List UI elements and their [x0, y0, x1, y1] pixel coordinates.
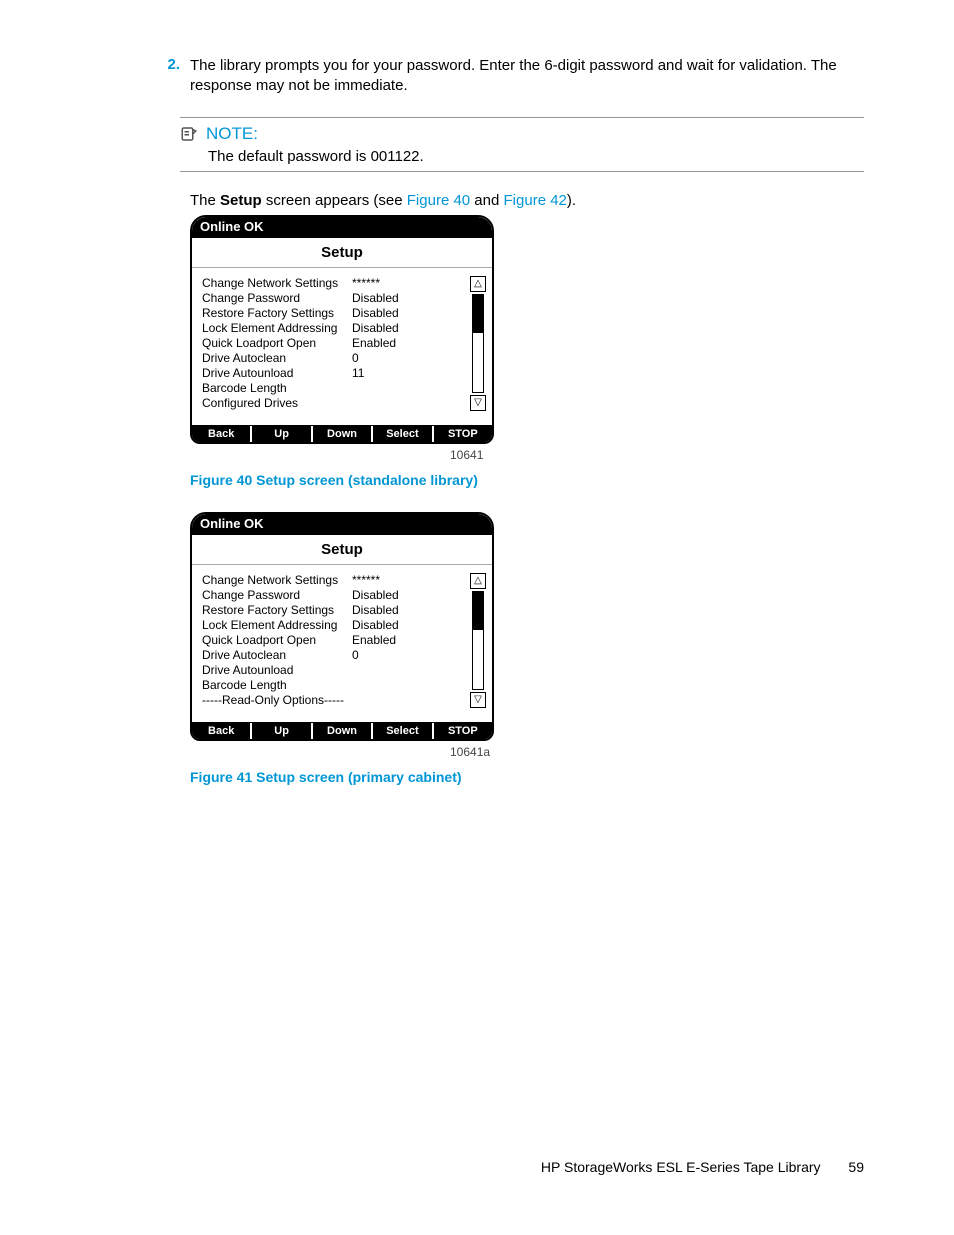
setting-label: Restore Factory Settings: [202, 603, 352, 618]
setting-label: -----Read-Only Options-----: [202, 693, 352, 708]
select-button[interactable]: Select: [373, 426, 433, 442]
setting-labels: Change Network Settings Change Password …: [202, 573, 352, 708]
select-button[interactable]: Select: [373, 723, 433, 739]
stop-button[interactable]: STOP: [434, 426, 492, 442]
setting-values: ****** Disabled Disabled Disabled Enable…: [352, 276, 432, 411]
figure-id: 10641: [450, 448, 864, 462]
setting-label: Lock Element Addressing: [202, 321, 352, 336]
step-text: The library prompts you for your passwor…: [190, 56, 864, 97]
note-label: NOTE:: [206, 124, 258, 144]
setup-sentence: The Setup screen appears (see Figure 40 …: [190, 192, 864, 209]
page-footer: HP StorageWorks ESL E-Series Tape Librar…: [541, 1159, 864, 1175]
device-status: Online OK: [192, 217, 492, 238]
device-status: Online OK: [192, 514, 492, 535]
figure-caption: Figure 41 Setup screen (primary cabinet): [190, 769, 864, 785]
setting-label: Change Network Settings: [202, 276, 352, 291]
setting-label: Quick Loadport Open: [202, 336, 352, 351]
setting-values: ****** Disabled Disabled Disabled Enable…: [352, 573, 432, 708]
note-icon: [180, 125, 198, 143]
scroll-thumb[interactable]: [473, 592, 483, 631]
setting-value: Disabled: [352, 306, 432, 321]
page-number: 59: [848, 1159, 864, 1175]
up-button[interactable]: Up: [252, 723, 312, 739]
text: The: [190, 192, 220, 209]
setting-label: Lock Element Addressing: [202, 618, 352, 633]
stop-button[interactable]: STOP: [434, 723, 492, 739]
setting-value: 0: [352, 351, 432, 366]
setup-screen-primary: Online OK Setup Change Network Settings …: [190, 512, 494, 741]
setting-value: Disabled: [352, 618, 432, 633]
setting-label: Drive Autoclean: [202, 648, 352, 663]
setting-value: 11: [352, 366, 432, 381]
setting-label: Barcode Length: [202, 381, 352, 396]
figure-link[interactable]: Figure 40: [407, 192, 470, 209]
setting-value: ******: [352, 276, 432, 291]
footer-title: HP StorageWorks ESL E-Series Tape Librar…: [541, 1159, 821, 1175]
setting-label: Change Network Settings: [202, 573, 352, 588]
setting-value: Enabled: [352, 633, 432, 648]
setting-value: Disabled: [352, 603, 432, 618]
back-button[interactable]: Back: [192, 723, 252, 739]
scroll-down-icon[interactable]: ▽: [470, 395, 486, 411]
setting-value: Enabled: [352, 336, 432, 351]
down-button[interactable]: Down: [313, 723, 373, 739]
up-button[interactable]: Up: [252, 426, 312, 442]
text-bold: Setup: [220, 192, 262, 209]
setting-label: Barcode Length: [202, 678, 352, 693]
setting-label: Restore Factory Settings: [202, 306, 352, 321]
text: ).: [567, 192, 576, 209]
figure-caption: Figure 40 Setup screen (standalone libra…: [190, 472, 864, 488]
setting-label: Drive Autoclean: [202, 351, 352, 366]
scroll-track[interactable]: [472, 591, 484, 690]
setting-label: Change Password: [202, 291, 352, 306]
setting-label: Quick Loadport Open: [202, 633, 352, 648]
setting-value: Disabled: [352, 291, 432, 306]
scroll-track[interactable]: [472, 294, 484, 393]
device-title: Setup: [192, 238, 492, 268]
scroll-down-icon[interactable]: ▽: [470, 692, 486, 708]
setup-screen-standalone: Online OK Setup Change Network Settings …: [190, 215, 494, 444]
scroll-thumb[interactable]: [473, 295, 483, 334]
setting-label: Drive Autounload: [202, 663, 352, 678]
setting-value: ******: [352, 573, 432, 588]
figure-id: 10641a: [450, 745, 864, 759]
setting-label: Configured Drives: [202, 396, 352, 411]
text: screen appears (see: [262, 192, 407, 209]
divider: [180, 171, 864, 172]
setting-value: Disabled: [352, 588, 432, 603]
device-title: Setup: [192, 535, 492, 565]
setting-labels: Change Network Settings Change Password …: [202, 276, 352, 411]
scroll-up-icon[interactable]: △: [470, 276, 486, 292]
setting-value: Disabled: [352, 321, 432, 336]
step-number: 2.: [150, 56, 180, 73]
figure-link[interactable]: Figure 42: [504, 192, 567, 209]
setting-label: Drive Autounload: [202, 366, 352, 381]
down-button[interactable]: Down: [313, 426, 373, 442]
setting-value: 0: [352, 648, 432, 663]
back-button[interactable]: Back: [192, 426, 252, 442]
divider: [180, 117, 864, 118]
setting-label: Change Password: [202, 588, 352, 603]
note-text: The default password is 001122.: [208, 148, 864, 165]
text: and: [470, 192, 503, 209]
scroll-up-icon[interactable]: △: [470, 573, 486, 589]
